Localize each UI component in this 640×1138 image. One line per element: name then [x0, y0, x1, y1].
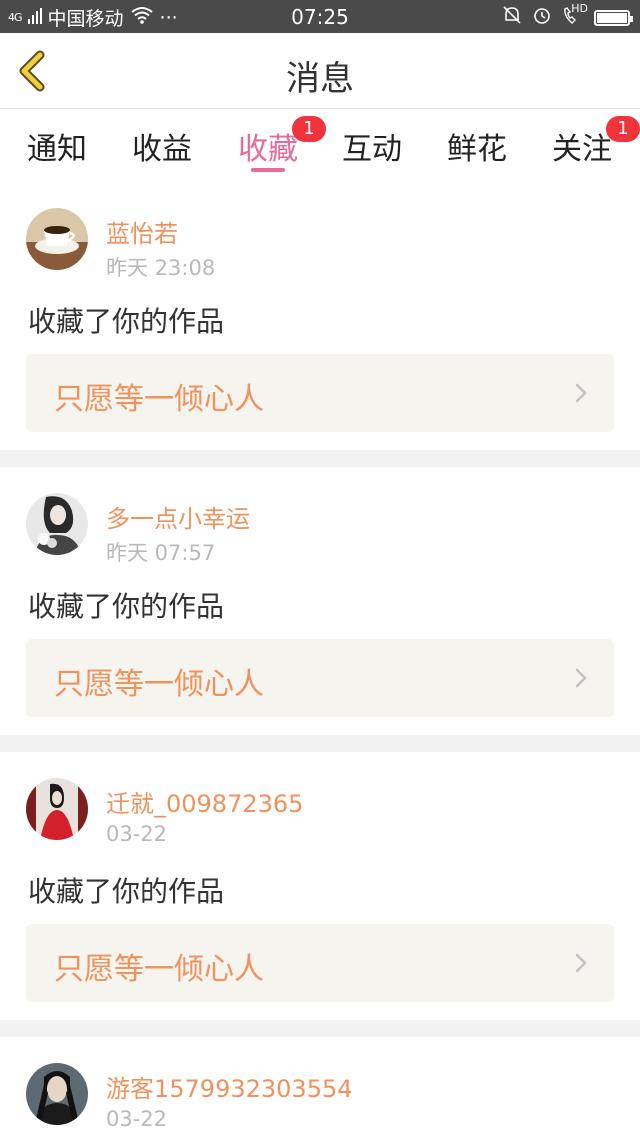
header: 消息	[0, 33, 640, 109]
tab-earnings[interactable]: 收益	[122, 124, 202, 168]
tab-flowers[interactable]: 鲜花	[437, 124, 517, 168]
girl-flowers-avatar-icon	[26, 493, 88, 555]
tab-label: 鲜花	[447, 132, 507, 167]
man-portrait-avatar-icon	[26, 1063, 88, 1125]
user-name[interactable]: 蓝怡若	[106, 214, 178, 249]
list-item: 迁就_009872365 03-22 收藏了你的作品 只愿等一倾心人	[0, 752, 640, 1020]
timestamp: 03-22	[106, 1107, 168, 1131]
action-text: 收藏了你的作品	[28, 305, 225, 338]
avatar[interactable]	[26, 778, 88, 840]
hd-label: HD	[571, 2, 588, 15]
work-title: 只愿等一倾心人	[54, 667, 264, 702]
action-text: 收藏了你的作品	[28, 875, 225, 908]
unread-badge: 1	[606, 116, 640, 142]
work-link[interactable]: 只愿等一倾心人	[26, 924, 614, 1002]
user-name[interactable]: 迁就_009872365	[106, 784, 303, 819]
tab-following[interactable]: 关注 1	[542, 116, 640, 168]
work-title: 只愿等一倾心人	[54, 952, 264, 987]
alarm-icon	[532, 5, 552, 30]
divider	[0, 735, 640, 752]
work-title: 只愿等一倾心人	[54, 382, 264, 417]
user-name[interactable]: 多一点小幸运	[106, 499, 250, 534]
bell-muted-icon	[502, 5, 522, 30]
tab-favorites[interactable]: 收藏 1	[228, 116, 326, 168]
divider	[0, 1020, 640, 1037]
list-item: 游客1579932303554 03-22	[0, 1037, 640, 1138]
timestamp: 昨天 07:57	[106, 541, 216, 565]
battery-level	[597, 12, 627, 23]
status-right: HD	[502, 2, 633, 30]
tab-label: 收藏	[238, 132, 298, 167]
avatar[interactable]	[26, 208, 88, 270]
tab-label: 互动	[342, 132, 402, 167]
active-tab-indicator	[251, 168, 285, 172]
work-link[interactable]: 只愿等一倾心人	[26, 639, 614, 717]
tab-notifications[interactable]: 通知	[17, 124, 97, 168]
tab-interactions[interactable]: 互动	[332, 124, 412, 168]
timestamp: 昨天 23:08	[106, 256, 216, 280]
unread-badge: 1	[292, 116, 326, 142]
chevron-right-icon	[575, 953, 587, 973]
chevron-right-icon	[575, 383, 587, 403]
user-name[interactable]: 游客1579932303554	[106, 1069, 353, 1104]
tab-label: 通知	[27, 132, 87, 167]
action-text: 收藏了你的作品	[28, 590, 225, 623]
work-link[interactable]: 只愿等一倾心人	[26, 354, 614, 432]
tab-bar: 通知 收益 收藏 1 互动 鲜花 关注 1	[0, 110, 640, 182]
timestamp: 03-22	[106, 822, 168, 846]
battery-icon	[594, 9, 633, 26]
coffee-cup-avatar-icon	[26, 208, 88, 270]
avatar[interactable]	[26, 493, 88, 555]
list-item: 蓝怡若 昨天 23:08 收藏了你的作品 只愿等一倾心人	[0, 182, 640, 450]
tab-label: 关注	[552, 132, 612, 167]
status-bar: 4G 中国移动 ··· 07:25 HD	[0, 0, 640, 33]
avatar[interactable]	[26, 1063, 88, 1125]
red-dress-avatar-icon	[26, 778, 88, 840]
chevron-right-icon	[575, 668, 587, 688]
list-item: 多一点小幸运 昨天 07:57 收藏了你的作品 只愿等一倾心人	[0, 467, 640, 735]
hd-call-icon: HD	[562, 2, 588, 29]
divider	[0, 450, 640, 467]
tab-label: 收益	[132, 132, 192, 167]
page-title: 消息	[286, 59, 354, 99]
